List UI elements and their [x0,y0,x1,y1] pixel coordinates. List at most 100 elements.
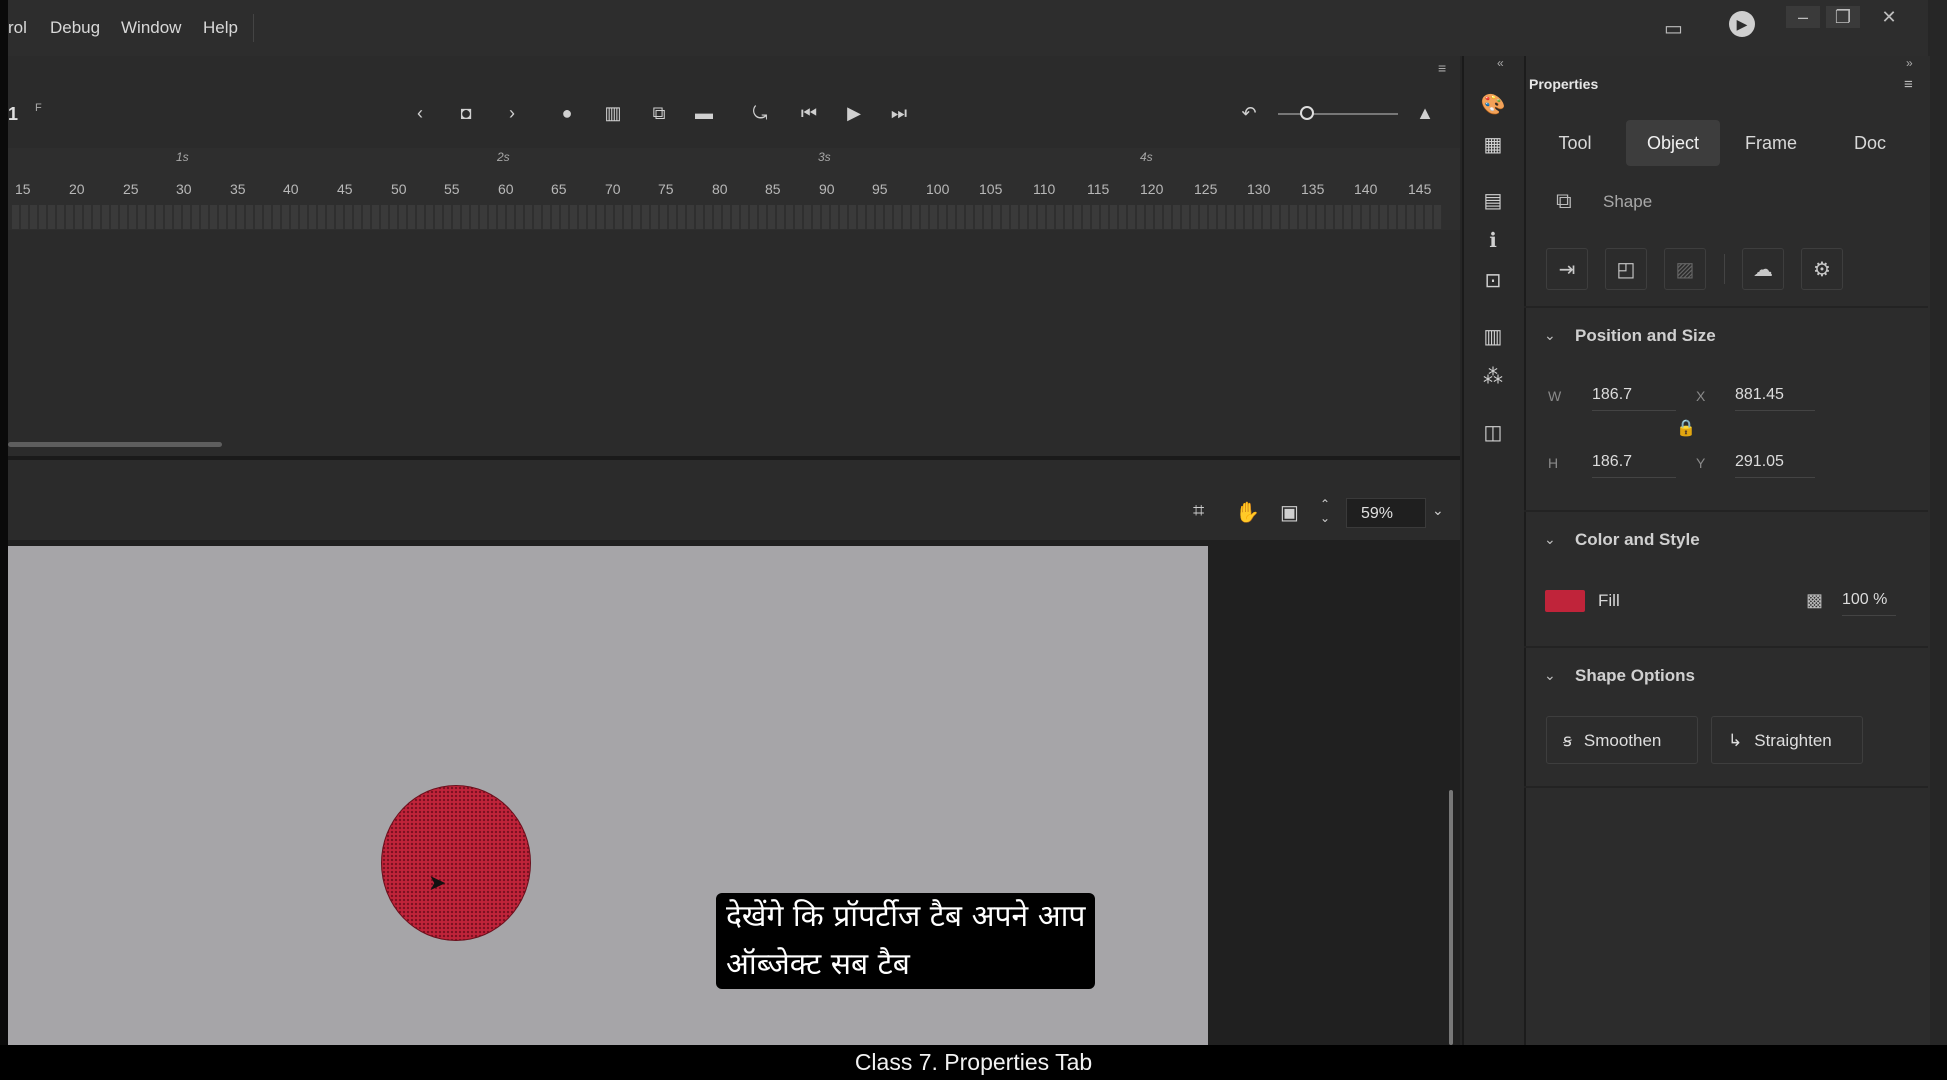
straighten-label: Straighten [1754,731,1832,750]
video-caption: Class 7. Properties Tab [0,1045,1947,1080]
workspace-layout-icon[interactable]: ▭ [1664,16,1683,41]
frame-number: 125 [1194,181,1218,197]
menu-help[interactable]: Help [203,18,238,38]
minimize-icon[interactable]: – [1786,6,1820,28]
animate-app-window: rol Debug Window Help ▭ ▶ – ❐ ✕ ≡ 1 F ‹ … [0,0,1947,1045]
chevron-down-icon[interactable]: ⌄ [1544,531,1556,548]
y-field[interactable]: 291.05 [1735,453,1815,478]
insert-keyframe-icon[interactable]: ◘ [453,100,479,126]
width-field[interactable]: 186.7 [1592,386,1676,411]
fill-label: Fill [1598,591,1620,610]
clip-content-icon[interactable]: ▣ [1280,500,1299,525]
swatches-icon[interactable]: ▦ [1480,132,1506,158]
toolbar-separator [1724,254,1725,284]
play-icon[interactable]: ▶ [841,100,867,126]
frame-number: 55 [444,181,460,197]
loop-playback-icon[interactable]: ⤿ [747,100,773,126]
frame-number: 115 [1087,181,1110,197]
info-icon[interactable]: ℹ [1480,228,1506,254]
step-forward-icon[interactable]: ⏭ [886,100,912,126]
section-separator [1524,306,1928,308]
library-icon[interactable]: ▥ [1480,324,1506,350]
frame-number: 70 [605,181,621,197]
width-label: W [1548,388,1562,404]
transform-icon[interactable]: ⊡ [1480,268,1506,294]
smoothen-label: Smoothen [1583,731,1662,750]
snap-grid-icon[interactable]: ⌗ [1193,500,1204,523]
tab-tool[interactable]: Tool [1545,120,1605,166]
frame-number: 60 [498,181,514,197]
zoom-stepper-icon[interactable]: ⌃ ⌄ [1320,497,1330,525]
menu-window[interactable]: Window [121,18,181,38]
break-apart-icon[interactable]: ⇥ [1546,248,1588,290]
zoom-slider-handle[interactable] [1300,106,1314,120]
lock-icon[interactable]: 🔒 [1676,418,1696,438]
hand-tool-icon[interactable]: ✋ [1235,500,1260,525]
smoothen-icon: ꞩ [1563,731,1572,750]
second-marker: 2s [497,150,510,164]
timeline-frames-row[interactable] [12,205,1442,229]
undo-icon[interactable]: ↶ [1236,100,1262,126]
frame-number: 65 [551,181,567,197]
align-icon[interactable]: ▤ [1480,188,1506,214]
menu-control[interactable]: rol [8,18,27,38]
section-separator [1524,510,1928,512]
smoothen-button[interactable]: ꞩ Smoothen [1546,716,1698,764]
stage-vertical-scrollbar[interactable] [1449,790,1453,1045]
group-icon[interactable]: ◰ [1605,248,1647,290]
tab-doc[interactable]: Doc [1830,120,1910,166]
straighten-button[interactable]: ↳ Straighten [1711,716,1863,764]
fit-frames-icon[interactable]: ▲ [1412,100,1438,126]
frame-number: 40 [283,181,299,197]
height-field[interactable]: 186.7 [1592,453,1676,478]
zoom-dropdown-chevron-icon[interactable]: ⌄ [1432,502,1444,519]
straighten-icon: ↳ [1728,731,1743,750]
x-field[interactable]: 881.45 [1735,386,1815,411]
frame-number: 75 [658,181,674,197]
edit-multiple-frames-icon[interactable]: ▥ [600,100,626,126]
selected-circle-shape[interactable] [381,785,531,941]
second-marker: 3s [818,150,831,164]
timeline-zoom-slider[interactable] [1278,113,1398,115]
opacity-checker-icon: ▩ [1806,590,1824,610]
frame-number: 45 [337,181,353,197]
x-label: X [1696,388,1706,404]
assets-icon[interactable]: ⁂ [1480,364,1506,390]
insert-tween-icon[interactable]: ⧉ [646,100,672,126]
color-panel-icon[interactable]: 🎨 [1480,92,1506,118]
fill-color-swatch[interactable] [1545,590,1585,612]
tab-frame[interactable]: Frame [1731,120,1811,166]
close-icon[interactable]: ✕ [1872,6,1906,28]
frame-number: 130 [1247,181,1271,197]
step-back-icon[interactable]: ⏮ [796,100,822,126]
collapse-panels-icon[interactable]: « [1497,56,1504,70]
classic-tween-icon[interactable]: ▬ [691,100,717,126]
menu-debug[interactable]: Debug [50,18,100,38]
tab-object[interactable]: Object [1626,120,1720,166]
properties-menu-icon[interactable]: ≡ [1904,76,1913,93]
add-to-library-icon[interactable]: ☁ [1742,248,1784,290]
frame-number: 20 [69,181,85,197]
shape-icon: ⧉ [1556,188,1572,213]
onion-skin-icon[interactable]: ● [554,100,580,126]
properties-panel [1524,56,1930,1045]
convert-to-symbol-icon[interactable]: ▨ [1664,248,1706,290]
restore-icon[interactable]: ❐ [1826,6,1860,28]
components-icon[interactable]: ◫ [1480,420,1506,446]
color-style-heading[interactable]: Color and Style [1575,530,1700,550]
opacity-field[interactable]: 100 % [1842,591,1896,616]
frame-number: 85 [765,181,781,197]
zoom-input[interactable]: 59% [1346,498,1426,528]
chevron-down-icon[interactable]: ⌄ [1544,667,1556,684]
test-movie-play-icon[interactable]: ▶ [1729,11,1755,37]
add-filter-icon[interactable]: ⚙ [1801,248,1843,290]
expand-panel-icon[interactable]: » [1906,56,1913,70]
frame-number: 135 [1301,181,1325,197]
position-size-heading[interactable]: Position and Size [1575,326,1716,346]
next-keyframe-icon[interactable]: › [499,100,525,126]
chevron-down-icon[interactable]: ⌄ [1544,327,1556,344]
previous-keyframe-icon[interactable]: ‹ [407,100,433,126]
panel-menu-icon[interactable]: ≡ [1438,60,1446,76]
shape-options-heading[interactable]: Shape Options [1575,666,1695,686]
timeline-horizontal-scrollbar[interactable] [8,442,222,447]
